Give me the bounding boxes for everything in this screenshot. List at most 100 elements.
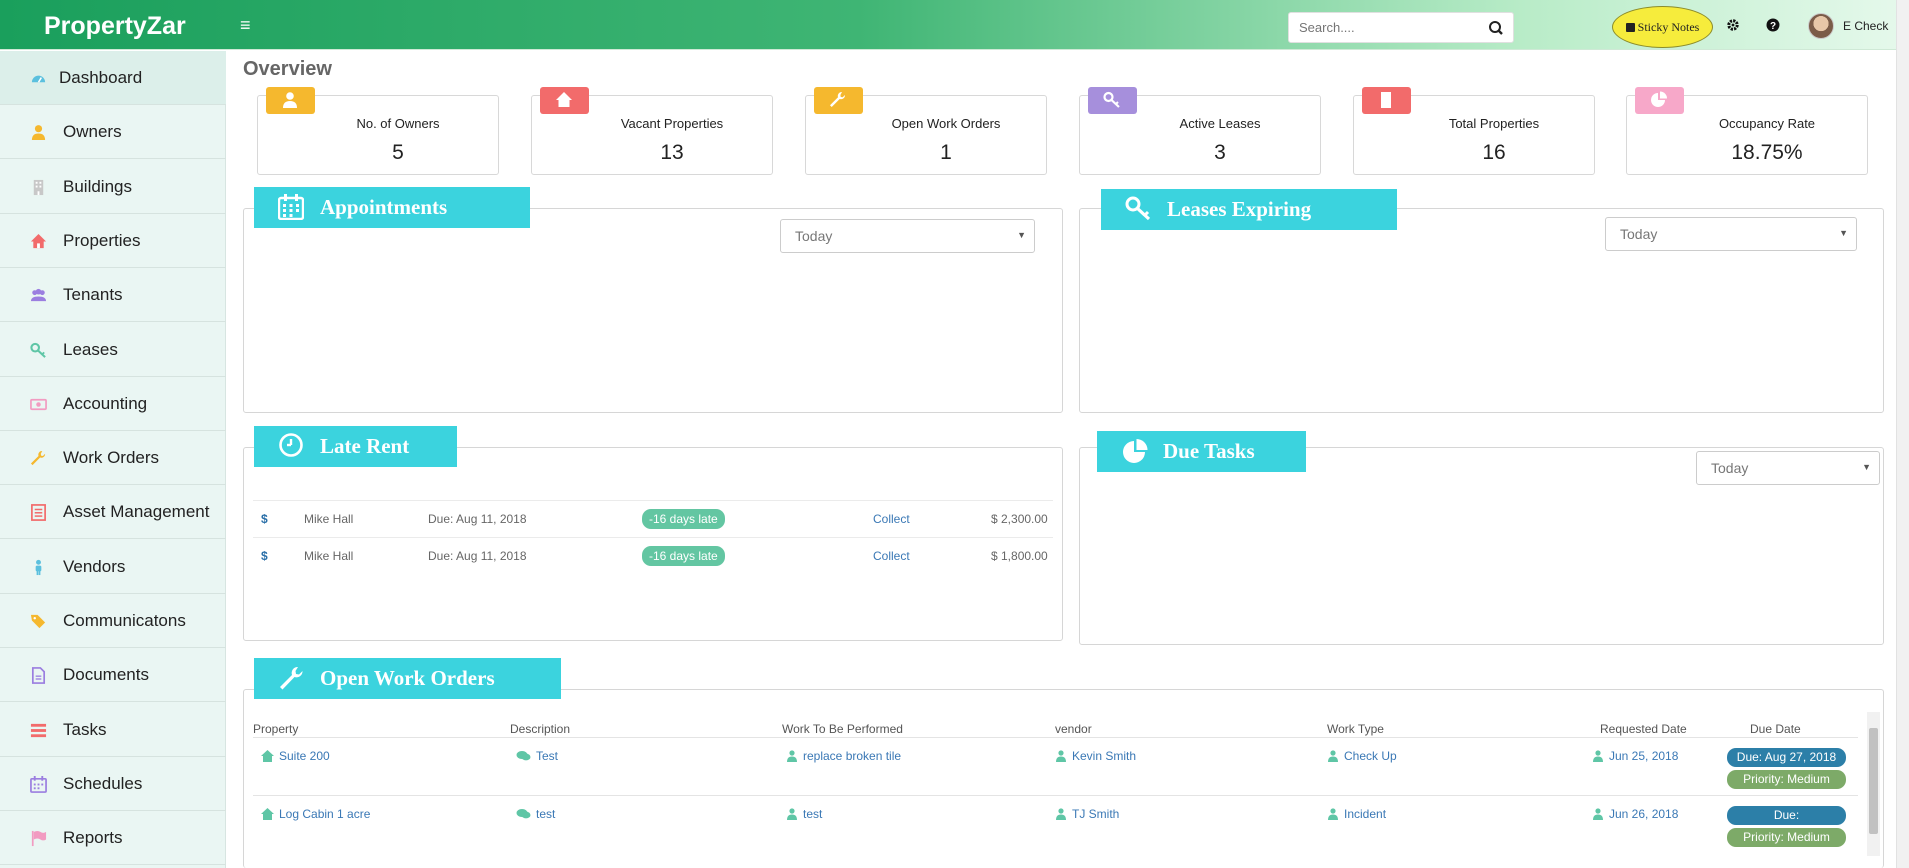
sidebar-item-schedules[interactable]: Schedules [0,757,226,811]
stat-title: Occupancy Rate [1718,116,1816,131]
stat-card-total-properties[interactable]: Total Properties 16 [1353,87,1595,175]
pie-icon [1651,91,1667,107]
note-icon [1625,23,1635,32]
column-header[interactable]: Due Date [1750,722,1801,736]
due-date: Due: Aug 11, 2018 [428,512,527,526]
stat-value: 3 [1214,141,1226,164]
window-scrollbar[interactable] [1896,0,1909,868]
stat-card-vacant-properties[interactable]: Vacant Properties 13 [531,87,773,175]
stat-card-occupancy-rate[interactable]: Occupancy Rate 18.75% [1626,87,1868,175]
stat-title: Open Work Orders [891,116,1001,131]
table-scrollbar-thumb[interactable] [1869,728,1878,834]
sidebar-item-leases[interactable]: Leases [0,323,226,377]
work-type-link[interactable]: Check Up [1327,749,1397,763]
sidebar-item-accounting[interactable]: Accounting [0,377,226,431]
wrench-icon [830,91,846,107]
table-row: $ Mike Hall Due: Aug 11, 2018 -16 days l… [253,537,1053,573]
tenant-name: Mike Hall [304,549,354,563]
leases-expiring-filter-select[interactable]: Today ▼ [1605,217,1857,251]
sidebar-item-label: Accounting [63,393,148,413]
stat-card-no-of-owners[interactable]: No. of Owners 5 [257,87,499,175]
list-icon [30,504,47,522]
property-link[interactable]: Suite 200 [261,749,330,763]
sidebar-item-reports[interactable]: Reports [0,811,226,866]
search-icon[interactable] [1485,18,1507,38]
sidebar-item-label: Documents [63,665,149,685]
requested-date[interactable]: Jun 26, 2018 [1592,807,1678,821]
key-icon [30,342,47,359]
column-header[interactable]: Requested Date [1600,722,1687,736]
sidebar-item-tenants[interactable]: Tenants [0,268,226,323]
priority-badge: Priority: Medium [1727,828,1846,847]
requested-date[interactable]: Jun 25, 2018 [1592,749,1678,763]
stat-value: 18.75% [1731,141,1803,164]
stat-badge [540,87,589,114]
sidebar-item-label: Work Orders [63,448,160,468]
column-header[interactable]: Description [510,722,570,736]
user-name[interactable]: E Check [1843,19,1888,33]
column-header[interactable]: Work Type [1327,722,1384,736]
sidebar-item-dashboard[interactable]: Dashboard [0,51,226,105]
sidebar-item-communicatons[interactable]: Communicatons [0,594,226,648]
tag-icon [30,614,46,629]
vendor-link[interactable]: Kevin Smith [1055,749,1136,763]
appointments-filter-select[interactable]: Today ▼ [780,219,1035,253]
home-icon [261,750,274,762]
sticky-notes-button[interactable]: Sticky Notes [1612,6,1713,48]
sidebar-item-label: Communicatons [63,611,186,630]
work-link[interactable]: replace broken tile [786,749,901,763]
person-icon [1056,750,1066,762]
work-type-link-text: Incident [1344,807,1387,821]
brand-logo[interactable]: PropertyZar [44,12,186,41]
work-link[interactable]: test [786,807,822,821]
tenant-name: Mike Hall [304,512,354,526]
stat-card-open-work-orders[interactable]: Open Work Orders 1 [805,87,1047,175]
collect-link[interactable]: Collect [873,549,910,563]
vendor-link[interactable]: TJ Smith [1055,807,1119,821]
search-input[interactable] [1289,13,1475,42]
sidebar: Dashboard Owners Buildings Properties Te… [0,51,226,868]
work-link-text: test [803,807,823,821]
open-work-orders-panel [243,689,1884,868]
due-tasks-filter-select[interactable]: Today ▼ [1696,451,1880,485]
leases-expiring-tab: Leases Expiring [1101,189,1397,230]
due-tasks-filter-value: Today [1711,460,1749,476]
gear-icon[interactable] [1726,18,1740,32]
person-icon [1056,808,1066,820]
work-type-link[interactable]: Incident [1327,807,1386,821]
sidebar-item-documents[interactable]: Documents [0,648,226,703]
person-icon [1328,750,1338,762]
stat-value: 5 [392,141,404,164]
description-link[interactable]: test [516,807,555,821]
sidebar-item-tasks[interactable]: Tasks [0,703,226,757]
chevron-down-icon: ▼ [1862,462,1871,472]
column-header[interactable]: vendor [1055,722,1092,736]
column-header[interactable]: Property [253,722,298,736]
stat-value: 1 [940,141,952,164]
description-link[interactable]: Test [516,749,558,763]
stat-card-active-leases[interactable]: Active Leases 3 [1079,87,1321,175]
owner-icon [30,124,47,141]
sidebar-item-asset-management[interactable]: Asset Management [0,485,226,540]
home-icon [261,808,274,820]
help-icon[interactable]: ? [1766,18,1780,32]
hamburger-menu-icon[interactable]: ≡ [240,15,251,36]
sidebar-item-label: Properties [63,230,141,250]
column-header[interactable]: Work To Be Performed [782,722,903,736]
sidebar-item-vendors[interactable]: Vendors [0,540,226,594]
stat-badge [1362,87,1411,114]
sidebar-item-work-orders[interactable]: Work Orders [0,431,226,486]
avatar[interactable] [1808,13,1834,39]
owner-icon [31,125,46,141]
sidebar-item-properties[interactable]: Properties [0,214,226,268]
sidebar-item-buildings[interactable]: Buildings [0,160,226,214]
stat-value: 13 [660,141,684,164]
property-link[interactable]: Log Cabin 1 acre [261,807,370,821]
work-type-link-text: Check Up [1344,749,1397,763]
collect-link[interactable]: Collect [873,512,910,526]
person-icon [1593,750,1603,762]
person-icon [787,808,797,820]
sidebar-item-owners[interactable]: Owners [0,105,226,160]
sidebar-item-label: Leases [63,339,118,359]
stat-title: Total Properties [1448,116,1540,131]
